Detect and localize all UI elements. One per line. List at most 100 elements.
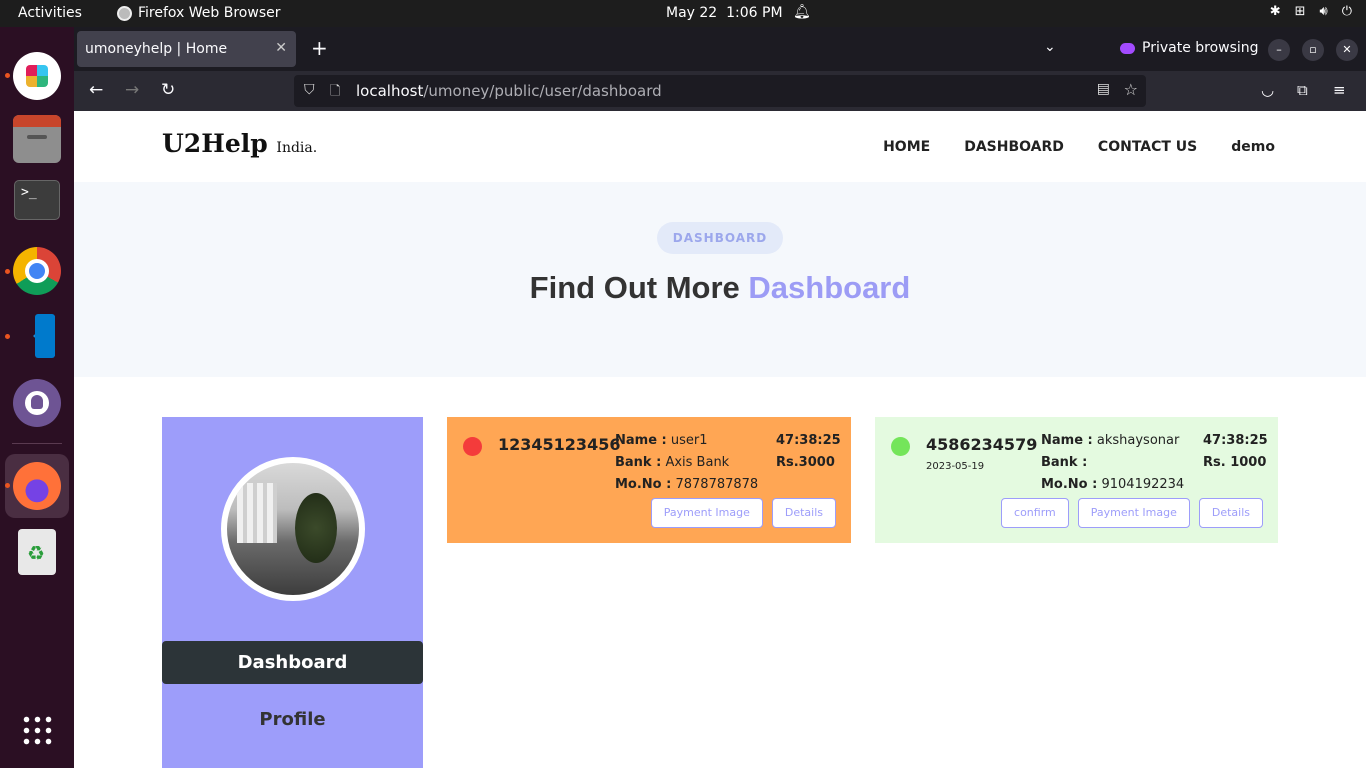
page-title: Find Out More Dashboard [74,270,1366,306]
name-label: Name : [615,433,667,448]
firefox-icon[interactable] [13,462,61,510]
request-card: 4586234579 2023-05-19 Name : akshaysonar… [875,417,1278,543]
amount: Rs. 1000 [1203,455,1267,470]
request-details: Name : user1 Bank : Axis Bank Mo.No : 78… [615,430,758,496]
trash-icon[interactable] [18,529,56,575]
nav-user-demo[interactable]: demo [1231,139,1275,155]
card-actions: Payment Image Details [650,498,836,528]
close-window-icon[interactable]: ✕ [1336,39,1358,61]
slack-icon[interactable] [13,52,61,100]
notification-bell-icon[interactable]: 🔔︎ [793,4,811,20]
power-icon[interactable]: ⏻ [1342,4,1352,19]
chrome-icon[interactable] [13,247,61,295]
maximize-icon[interactable]: ▫ [1302,39,1324,61]
request-card: 12345123456 Name : user1 Bank : Axis Ban… [447,417,851,543]
sidebar-item-dashboard[interactable]: Dashboard [162,641,423,684]
confirm-button[interactable]: confirm [1001,498,1069,528]
reload-icon[interactable]: ↻ [161,80,175,100]
avatar [221,457,365,601]
site-logo[interactable]: U2Help India. [162,129,317,158]
network-icon[interactable]: ⊞ [1295,4,1306,19]
time-remaining: 47:38:25 [776,433,841,448]
mobile-value: 9104192234 [1101,477,1185,492]
url-path: /umoney/public/user/dashboard [423,82,662,100]
active-app-menu[interactable]: Firefox Web Browser [117,5,281,21]
bank-value: Axis Bank [665,455,730,470]
accessibility-icon[interactable]: ✱ [1270,4,1281,19]
mobile-label: Mo.No : [1041,477,1098,492]
nav-dashboard[interactable]: DASHBOARD [964,139,1064,155]
dock: >_ [0,27,74,768]
account-number: 12345123456 [498,435,621,454]
volume-icon[interactable]: 🔊︎ [1320,4,1328,19]
running-indicator [5,483,10,488]
url-text[interactable]: localhost/umoney/public/user/dashboard [356,82,662,100]
back-icon[interactable]: ← [89,80,103,100]
bank-label: Bank : [1041,455,1088,470]
details-button[interactable]: Details [771,498,836,528]
request-details: Name : akshaysonar Bank : Mo.No : 910419… [1041,430,1184,496]
bookmark-star-icon[interactable]: ☆ [1124,80,1138,99]
name-label: Name : [1041,433,1093,448]
user-sidebar: Dashboard Profile [162,417,423,768]
tab-active[interactable]: umoneyhelp | Home ✕ [77,31,296,67]
pocket-icon[interactable]: ◡ [1261,81,1274,99]
system-top-bar: Activities Firefox Web Browser May 22 1:… [0,0,1366,27]
section-badge: DASHBOARD [657,222,783,254]
site-header: U2Help India. HOME DASHBOARD CONTACT US … [74,111,1366,182]
request-meta: 47:38:25 Rs.3000 [776,430,841,474]
system-tray[interactable]: ✱ ⊞ 🔊︎ ⏻ [1270,4,1352,19]
tab-close-icon[interactable]: ✕ [275,40,287,56]
extensions-icon[interactable]: ⧉ [1297,81,1308,99]
payment-image-button[interactable]: Payment Image [650,498,763,528]
clock-date: May 22 [666,5,718,21]
dock-separator [12,443,62,444]
private-browsing-indicator: Private browsing [1120,40,1259,56]
page-info-icon[interactable]: 🗋 [330,82,340,104]
github-desktop-icon[interactable] [13,379,61,427]
logo-sub: India. [276,140,318,156]
logo-main: U2Help [162,129,268,158]
nav-contact-us[interactable]: CONTACT US [1098,139,1197,155]
payment-image-button[interactable]: Payment Image [1077,498,1190,528]
minimize-icon[interactable]: – [1268,39,1290,61]
url-host: localhost [356,82,424,100]
url-bar[interactable]: ⛉ 🗋 localhost/umoney/public/user/dashboa… [294,75,1146,107]
running-indicator [5,334,10,339]
new-tab-icon[interactable]: + [311,36,328,60]
bank-label: Bank : [615,455,662,470]
firefox-window: umoneyhelp | Home ✕ + ⌄ Private browsing… [74,27,1366,768]
details-button[interactable]: Details [1198,498,1263,528]
site-nav: HOME DASHBOARD CONTACT US demo [883,139,1275,155]
reader-view-icon[interactable]: ▤ [1097,81,1110,97]
terminal-icon[interactable]: >_ [14,180,60,220]
card-actions: confirm Payment Image Details [1001,498,1263,528]
tracking-protection-icon[interactable]: ⛉ [304,82,315,98]
title-main: Find Out More [529,270,740,305]
forward-icon[interactable]: → [125,80,139,100]
web-page: U2Help India. HOME DASHBOARD CONTACT US … [74,111,1366,768]
name-value: akshaysonar [1096,433,1180,448]
name-value: user1 [670,433,708,448]
show-applications-icon[interactable] [21,714,53,746]
time-remaining: 47:38:25 [1203,433,1268,448]
files-icon[interactable] [13,115,61,163]
running-indicator [5,269,10,274]
running-indicator [5,73,10,78]
sidebar-item-profile[interactable]: Profile [162,709,423,730]
vscode-icon[interactable] [13,312,61,360]
activities-button[interactable]: Activities [18,5,82,21]
private-mask-icon [1120,42,1135,54]
app-menu-icon[interactable]: ≡ [1333,81,1346,99]
navigation-toolbar: ← → ↻ ⛉ 🗋 localhost/umoney/public/user/d… [74,71,1366,111]
list-all-tabs-icon[interactable]: ⌄ [1044,39,1056,55]
clock[interactable]: May 22 1:06 PM [666,5,783,21]
mobile-label: Mo.No : [615,477,672,492]
tab-bar: umoneyhelp | Home ✕ + ⌄ Private browsing… [74,27,1366,71]
title-accent: Dashboard [748,270,911,305]
amount: Rs.3000 [776,455,835,470]
private-browsing-label: Private browsing [1142,40,1259,56]
hero-section: DASHBOARD Find Out More Dashboard [74,182,1366,377]
nav-home[interactable]: HOME [883,139,930,155]
mobile-value: 7878787878 [675,477,759,492]
